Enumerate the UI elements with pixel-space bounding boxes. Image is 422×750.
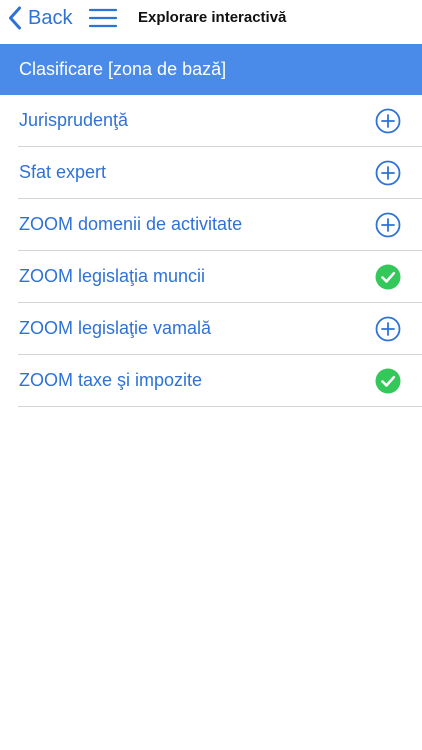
list-item-label: ZOOM legislaţia muncii [19,266,206,286]
list-item-label: ZOOM taxe şi impozite [19,370,203,390]
list-item-label: Jurisprudenţă [19,110,129,130]
plus-circle-icon[interactable] [375,108,401,134]
plus-circle-icon[interactable] [375,316,401,342]
list-item[interactable]: ZOOM legislaţie vamală [18,303,422,355]
list-item[interactable]: ZOOM domenii de activitate [18,199,422,251]
list-item[interactable]: ZOOM taxe şi impozite [18,355,422,407]
list-item-label: ZOOM domenii de activitate [19,214,243,234]
list-item[interactable]: ZOOM legislaţia muncii [18,251,422,303]
plus-circle-icon[interactable] [375,160,401,186]
list-item-label: ZOOM legislaţie vamală [19,318,212,338]
classification-list: Jurisprudenţă Sfat expert ZOOM domenii de … [0,95,422,407]
menu-button[interactable] [89,8,117,28]
section-title: Clasificare [zona de bază] [19,59,227,79]
check-circle-icon [375,368,401,394]
plus-circle-icon[interactable] [375,212,401,238]
navigation-bar: Back Explorare interactivă [0,0,422,44]
back-label: Back [28,7,73,29]
page-title: Explorare interactivă [138,9,287,26]
back-button[interactable]: Back [8,6,72,30]
hamburger-menu-icon [89,8,117,28]
list-item-label: Sfat expert [19,162,107,182]
list-item[interactable]: Jurisprudenţă [18,95,422,147]
check-circle-icon [375,264,401,290]
section-header: Clasificare [zona de bază] [0,44,422,95]
chevron-left-icon [8,6,22,30]
list-item[interactable]: Sfat expert [18,147,422,199]
